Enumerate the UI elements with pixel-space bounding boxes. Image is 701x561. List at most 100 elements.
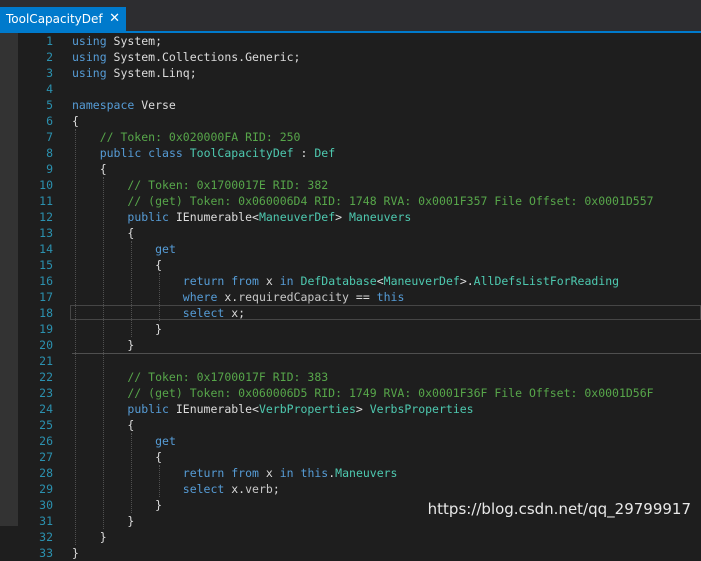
code-token: using (72, 34, 107, 48)
code-text: namespace Verse (72, 97, 176, 113)
code-token: x. (224, 482, 246, 496)
code-token: System.Collections.Generic; (106, 50, 301, 64)
code-line[interactable]: 8 public class ToolCapacityDef : Def (0, 145, 701, 161)
line-number: 31 (39, 514, 53, 528)
code-token: get (155, 434, 176, 448)
code-line[interactable]: 24 public IEnumerable<VerbProperties> Ve… (0, 401, 701, 417)
line-number: 11 (39, 194, 53, 208)
indent-guide (131, 433, 132, 513)
line-number: 13 (39, 226, 53, 240)
line-number: 33 (39, 546, 53, 560)
code-line[interactable]: 33} (0, 545, 701, 561)
code-token: this (300, 466, 329, 480)
indent-guide (131, 241, 132, 337)
code-line[interactable]: 1 using System; (0, 33, 701, 49)
code-token: VerbsProperties (369, 402, 474, 416)
code-line[interactable]: 20 } (0, 337, 701, 353)
code-text: using System.Collections.Generic; (72, 49, 301, 65)
line-number: 1 (46, 34, 53, 48)
line-number: 20 (39, 338, 53, 352)
code-line[interactable]: 10 // Token: 0x1700017E RID: 382 (0, 177, 701, 193)
code-line[interactable]: 4 (0, 81, 701, 97)
code-line[interactable]: 23 // (get) Token: 0x060006D5 RID: 1749 … (0, 385, 701, 401)
code-text: } (72, 497, 162, 513)
line-number: 25 (39, 418, 53, 432)
line-number: 15 (39, 258, 53, 272)
code-text: { (72, 449, 162, 465)
code-token: System.Linq; (106, 66, 197, 80)
code-token: AllDefsListForReading (473, 274, 620, 288)
code-line[interactable]: 17 where x.requiredCapacity == this (0, 289, 701, 305)
code-token: // Token: 0x1700017E RID: 382 (72, 178, 329, 192)
line-number: 5 (46, 98, 53, 112)
code-line[interactable]: 19 } (0, 321, 701, 337)
line-number: 10 (39, 178, 53, 192)
code-line[interactable]: 2 using System.Collections.Generic; (0, 49, 701, 65)
line-number: 21 (39, 354, 53, 368)
code-line[interactable]: 28 return from x in this.Maneuvers (0, 465, 701, 481)
code-token: ; (272, 482, 280, 496)
code-line[interactable]: 11 // (get) Token: 0x060006D4 RID: 1748 … (0, 193, 701, 209)
code-text: return from x in this.Maneuvers (72, 465, 398, 481)
code-line[interactable]: 25 { (0, 417, 701, 433)
close-tab-icon[interactable]: ✕ (109, 12, 120, 26)
code-line[interactable]: 18 select x; (0, 305, 701, 321)
code-line[interactable]: 29 select x.verb; (0, 481, 701, 497)
code-token: Def (314, 146, 336, 160)
code-line[interactable]: 21 (0, 353, 701, 369)
code-token: in (279, 466, 294, 480)
code-line[interactable]: 6{ (0, 113, 701, 129)
code-line[interactable]: 15 { (0, 257, 701, 273)
code-text: } (72, 529, 107, 545)
code-line[interactable]: 32 } (0, 529, 701, 545)
code-line[interactable]: 13 { (0, 225, 701, 241)
code-text: } (72, 545, 79, 561)
line-number: 26 (39, 434, 53, 448)
line-number: 17 (39, 290, 53, 304)
code-text: using System; (72, 33, 162, 49)
code-line[interactable]: 16 return from x in DefDatabase<Maneuver… (0, 273, 701, 289)
indent-guide (75, 129, 76, 545)
code-line[interactable]: 27 { (0, 449, 701, 465)
code-token: namespace (72, 98, 135, 112)
code-text: return from x in DefDatabase<ManeuverDef… (72, 273, 619, 289)
code-editor[interactable]: 1 using System; 2 using System.Collections.… (0, 33, 701, 560)
line-number: 7 (46, 130, 53, 144)
code-line[interactable]: 3 using System.Linq; (0, 65, 701, 81)
code-text: } (72, 321, 162, 337)
code-token: x (258, 274, 280, 288)
code-token: // Token: 0x1700017F RID: 383 (72, 370, 329, 384)
code-line[interactable]: 7 // Token: 0x020000FA RID: 250 (0, 129, 701, 145)
code-text: where x.requiredCapacity == this (72, 289, 405, 305)
line-number: 16 (39, 274, 53, 288)
code-token: VerbProperties (258, 402, 356, 416)
line-number: 28 (39, 466, 53, 480)
code-line[interactable]: 22 // Token: 0x1700017F RID: 383 (0, 369, 701, 385)
code-line[interactable]: 12 public IEnumerable<ManeuverDef> Maneu… (0, 209, 701, 225)
indent-guide (159, 465, 160, 497)
code-token: return from (182, 274, 259, 288)
code-token: IEnumerable< (168, 402, 259, 416)
tab-toolcapacitydef[interactable]: ToolCapacityDef ✕ (0, 7, 126, 31)
code-text: // (get) Token: 0x060006D4 RID: 1748 RVA… (72, 193, 653, 209)
code-line[interactable]: 26 get (0, 433, 701, 449)
code-line[interactable]: 5 namespace Verse (0, 97, 701, 113)
code-line[interactable]: 9 { (0, 161, 701, 177)
code-token: Verse (134, 98, 176, 112)
code-token: ToolCapacityDef (189, 146, 294, 160)
code-line[interactable]: 14 get (0, 241, 701, 257)
code-text: get (72, 241, 176, 257)
code-text: public IEnumerable<ManeuverDef> Maneuver… (72, 209, 411, 225)
code-token: } (72, 322, 163, 336)
tab-title: ToolCapacityDef (6, 12, 103, 26)
code-token: using (72, 66, 107, 80)
code-token: requiredCapacity (238, 290, 349, 304)
code-token: { (72, 258, 163, 272)
line-number: 32 (39, 530, 53, 544)
code-token: == (348, 290, 377, 304)
code-token: ManeuverDef (383, 274, 460, 288)
code-text: public IEnumerable<VerbProperties> Verbs… (72, 401, 474, 417)
